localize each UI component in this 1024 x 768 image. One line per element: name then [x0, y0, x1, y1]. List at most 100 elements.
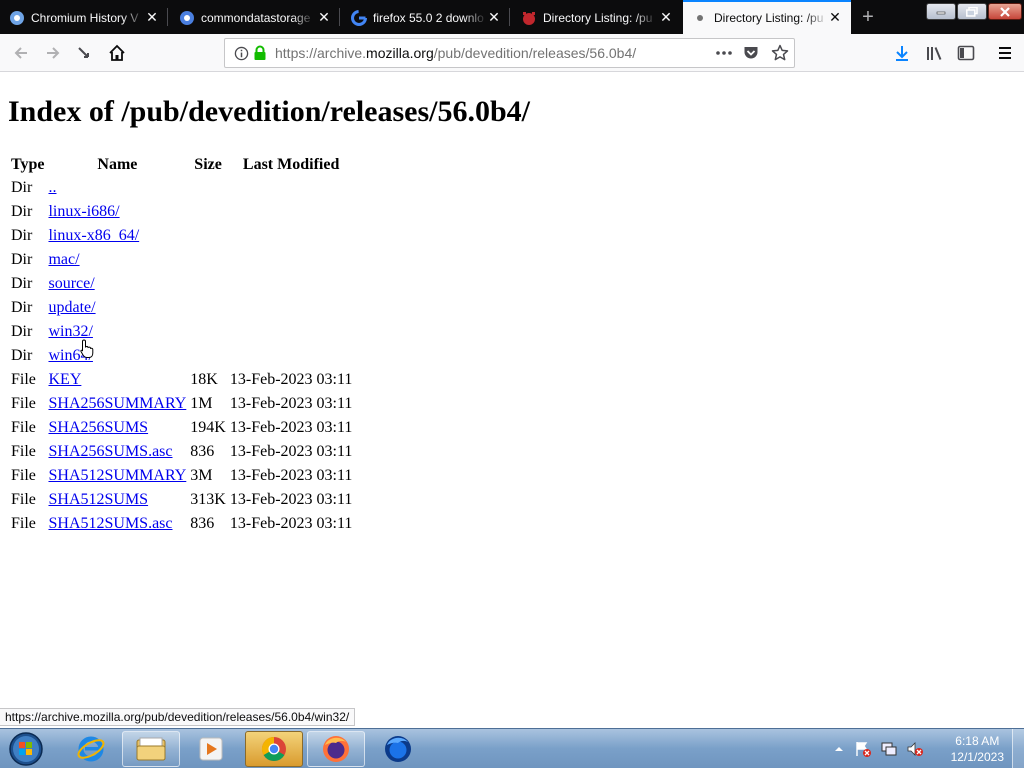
close-window-button[interactable]: [988, 3, 1022, 20]
entry-size: 836: [190, 443, 215, 460]
pocket-icon[interactable]: [743, 45, 759, 61]
entry-modified: 13-Feb-2023 03:11: [229, 467, 353, 484]
action-center-flag-icon[interactable]: [854, 740, 872, 758]
page-actions-icon[interactable]: [715, 46, 733, 60]
entry-type: Dir: [11, 203, 33, 220]
back-button[interactable]: [7, 39, 35, 67]
stop-loading-button[interactable]: [70, 39, 98, 67]
entry-size: [189, 225, 227, 247]
taskbar-file-explorer[interactable]: [122, 731, 180, 767]
taskbar-media-player[interactable]: [182, 731, 240, 767]
entry-type: File: [11, 443, 36, 460]
navigation-toolbar: https://archive.mozilla.org/pub/devediti…: [0, 34, 1024, 72]
entry-modified: 13-Feb-2023 03:11: [229, 491, 353, 508]
entry-size: [189, 201, 227, 223]
home-button[interactable]: [103, 39, 131, 67]
tab-active[interactable]: Directory Listing: /pu ✕: [683, 0, 851, 34]
url-prefix: https://archive.: [275, 45, 367, 61]
start-button[interactable]: [6, 731, 46, 767]
globe-icon: [697, 15, 703, 21]
entry-size: [189, 249, 227, 271]
entry-type: File: [11, 491, 36, 508]
chrome-icon: [261, 737, 286, 762]
entry-type: File: [11, 395, 36, 412]
info-icon[interactable]: [234, 46, 249, 61]
table-header-row: Type Name Size Last Modified: [10, 155, 353, 175]
downloads-button[interactable]: [888, 39, 916, 67]
library-button[interactable]: [920, 39, 948, 67]
bookmark-star-icon[interactable]: [771, 44, 789, 62]
entry-type: Dir: [11, 347, 33, 364]
tab-4[interactable]: Directory Listing: /pu ✕: [512, 0, 682, 34]
entry-link[interactable]: SHA512SUMMARY: [48, 467, 186, 484]
tab-close-icon[interactable]: ✕: [316, 9, 332, 25]
table-row: File SHA256SUMS.asc 836 13-Feb-2023 03:11: [10, 441, 353, 463]
entry-link[interactable]: SHA256SUMMARY: [48, 395, 186, 412]
table-row: File SHA256SUMS 194K 13-Feb-2023 03:11: [10, 417, 353, 439]
tab-close-icon[interactable]: ✕: [144, 9, 160, 25]
sidebar-button[interactable]: [952, 39, 980, 67]
table-row: Dir..: [10, 177, 353, 199]
google-icon: [351, 10, 367, 26]
taskbar-firefox[interactable]: [307, 731, 365, 767]
entry-size: 1M: [190, 395, 213, 412]
minimize-button[interactable]: [926, 3, 956, 20]
column-header-type: Type: [11, 156, 45, 173]
directory-listing-table: Type Name Size Last Modified Dir.. Dir li…: [8, 153, 355, 537]
file-explorer-icon: [136, 737, 166, 761]
entry-size: [189, 273, 227, 295]
taskbar-firefox-nightly[interactable]: [369, 731, 427, 767]
tab-close-icon[interactable]: ✕: [486, 9, 502, 25]
entry-link[interactable]: mac/: [48, 251, 79, 268]
clock-date: 12/1/2023: [950, 750, 1004, 764]
entry-link[interactable]: ..: [48, 179, 56, 196]
column-header-size: Size: [194, 156, 222, 173]
entry-type: File: [11, 419, 36, 436]
entry-link[interactable]: SHA256SUMS: [48, 419, 148, 436]
tab-3[interactable]: firefox 55.0 2 downlo ✕: [342, 0, 510, 34]
entry-modified: [229, 225, 354, 247]
show-hidden-icons-icon[interactable]: [834, 744, 844, 754]
tab-close-icon[interactable]: ✕: [827, 9, 843, 25]
table-row: File KEY 18K 13-Feb-2023 03:11: [10, 369, 353, 391]
entry-link[interactable]: SHA512SUMS: [48, 491, 148, 508]
tab-title: commondatastorage: [201, 11, 311, 25]
url-text[interactable]: https://archive.mozilla.org/pub/devediti…: [275, 45, 636, 61]
taskbar-chrome[interactable]: [245, 731, 303, 767]
entry-link[interactable]: win32/: [48, 323, 92, 340]
entry-link[interactable]: source/: [48, 275, 94, 292]
minimize-icon: [936, 11, 946, 14]
show-desktop-button[interactable]: [1012, 729, 1024, 768]
tab-close-icon[interactable]: ✕: [658, 9, 674, 25]
entry-link[interactable]: SHA256SUMS.asc: [48, 443, 172, 460]
close-icon: [1000, 6, 1010, 17]
forward-button[interactable]: [39, 39, 67, 67]
taskbar-internet-explorer[interactable]: [62, 731, 120, 767]
start-orb-icon: [9, 732, 43, 766]
lock-icon[interactable]: [253, 45, 267, 61]
table-row: Dir linux-x86_64/: [10, 225, 353, 247]
new-tab-button[interactable]: +: [856, 5, 880, 29]
library-icon: [927, 47, 942, 60]
entry-link[interactable]: update/: [48, 299, 95, 316]
entry-type: Dir: [11, 251, 33, 268]
entry-type: Dir: [11, 275, 33, 292]
network-icon[interactable]: [880, 740, 898, 758]
tab-1[interactable]: Chromium History V ✕: [0, 0, 168, 34]
entry-link[interactable]: linux-i686/: [48, 203, 119, 220]
tab-2[interactable]: commondatastorage ✕: [170, 0, 340, 34]
entry-size: [189, 321, 227, 343]
link-status-bar: https://archive.mozilla.org/pub/devediti…: [0, 708, 356, 726]
column-header-modified: Last Modified: [242, 156, 340, 173]
entry-link[interactable]: SHA512SUMS.asc: [48, 515, 172, 532]
entry-link[interactable]: KEY: [48, 371, 81, 388]
menu-button[interactable]: [991, 39, 1019, 67]
address-bar[interactable]: https://archive.mozilla.org/pub/devediti…: [224, 38, 795, 68]
volume-muted-icon[interactable]: [906, 740, 924, 758]
entry-link[interactable]: linux-x86_64/: [48, 227, 139, 244]
taskbar-clock[interactable]: 6:18 AM 12/1/2023: [951, 733, 1004, 765]
entry-modified: [229, 201, 354, 223]
bug-icon: [523, 12, 535, 25]
windows-taskbar: 6:18 AM 12/1/2023: [0, 728, 1024, 768]
restore-button[interactable]: [957, 3, 987, 20]
